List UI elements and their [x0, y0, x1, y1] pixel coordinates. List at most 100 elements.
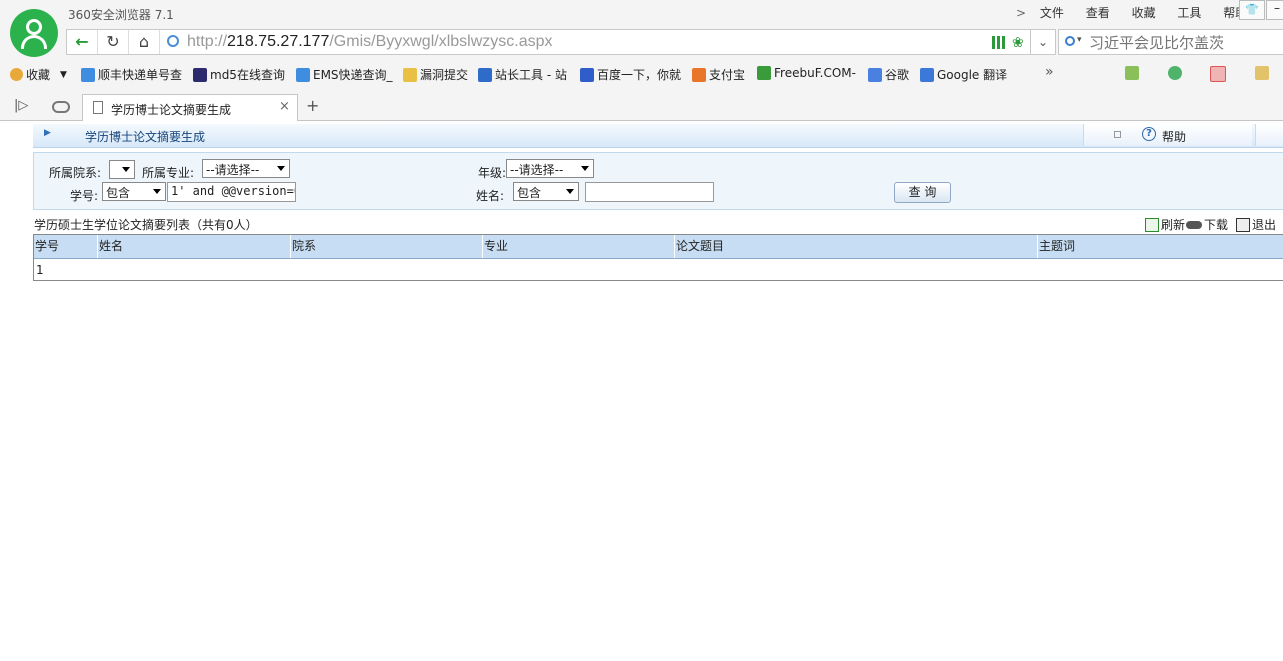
chevron-down-icon [122, 167, 130, 172]
url-scheme: http:// [187, 33, 228, 50]
exit-icon[interactable] [1236, 217, 1251, 232]
bookmark-item[interactable]: md5在线查询 [193, 66, 285, 83]
ie-page-icon [296, 67, 310, 82]
new-tab-button[interactable]: + [306, 96, 319, 115]
star-icon [10, 68, 23, 81]
grade-select[interactable]: --请选择-- [506, 159, 594, 178]
table-row[interactable]: 1 [36, 263, 44, 277]
chevron-down-icon [581, 166, 589, 171]
chevron-down-icon[interactable]: ⌄ [1030, 29, 1056, 55]
major-label: 所属专业: [142, 166, 195, 180]
help-icon[interactable]: ? [1142, 127, 1156, 141]
app-title: 360安全浏览器 7.1 [68, 8, 174, 22]
bookmark-item[interactable]: 支付宝 [692, 66, 745, 83]
menu-view[interactable]: 查看 [1086, 6, 1110, 20]
name-mode-select[interactable]: 包含 [513, 182, 579, 201]
skin-button-icon[interactable]: 👕 [1239, 0, 1265, 20]
column-header-thesis-title[interactable]: 论文题目 [674, 235, 1037, 258]
bookmark-item[interactable]: 漏洞提交 [403, 66, 468, 83]
ie-page-icon [81, 67, 95, 82]
search-input[interactable] [1087, 33, 1281, 53]
tab-active[interactable]: 学历博士论文摘要生成 × [82, 94, 298, 121]
bookmark-item[interactable]: EMS快递查询_ [296, 66, 393, 83]
security-icon[interactable] [1168, 66, 1182, 80]
column-header-student-id[interactable]: 学号 [34, 235, 97, 258]
reload-icon[interactable]: ↻ [98, 30, 129, 54]
menu-file[interactable]: 文件 [1040, 6, 1064, 20]
help-link[interactable]: 帮助 [1162, 128, 1186, 145]
bookmark-item[interactable]: FreebuF.COM- [757, 66, 856, 80]
menu-favorites[interactable]: 收藏 [1132, 6, 1156, 20]
page-title: 学历博士论文摘要生成 [85, 130, 206, 144]
address-bar[interactable]: ← ↻ ⌂ http://218.75.27.177/Gmis/Byyxwgl/… [66, 29, 1056, 55]
translate-icon [920, 67, 934, 82]
url-text[interactable]: http://218.75.27.177/Gmis/Byyxwgl/xlbslw… [187, 33, 553, 51]
search-icon[interactable] [1065, 36, 1075, 46]
cloud-icon[interactable] [52, 101, 70, 113]
name-input[interactable] [585, 182, 714, 202]
search-box[interactable]: ▾ [1058, 29, 1283, 55]
page-content: ▶ 学历博士论文摘要生成 ? 帮助 所属院系: 所属专业: --请选择-- 年级… [33, 121, 1283, 661]
back-arrow-icon[interactable]: ← [67, 30, 98, 54]
folder-icon [403, 67, 417, 82]
pointing-hand-icon[interactable] [1186, 220, 1203, 229]
student-id-input[interactable]: 1' and @@version=0-- [167, 182, 296, 202]
refresh-icon[interactable] [1145, 217, 1159, 232]
tab-bar: |▷ 学历博士论文摘要生成 × + [0, 92, 1283, 121]
pdf-icon[interactable] [1210, 66, 1226, 82]
home-icon[interactable]: ⌂ [129, 30, 160, 54]
table-cell: 1 [36, 263, 44, 277]
bookmark-item[interactable]: 顺丰快递单号查 [81, 66, 182, 83]
refresh-link[interactable]: 刷新 [1161, 216, 1185, 233]
screenshot-icon[interactable] [1255, 66, 1269, 80]
download-link[interactable]: 下载 [1204, 216, 1228, 233]
column-header-name[interactable]: 姓名 [97, 235, 290, 258]
minimize-button[interactable]: – [1266, 0, 1283, 20]
bookmarks-more-icon[interactable]: » [1045, 64, 1054, 80]
google-icon [868, 67, 882, 82]
bookmark-favorites[interactable]: 收藏 ▼ [10, 66, 67, 83]
column-header-department[interactable]: 院系 [290, 235, 482, 258]
url-path: /Gmis/Byyxwgl/xlbslwzysc.aspx [329, 33, 553, 50]
table-header: 学号 姓名 院系 专业 论文题目 主题词 [34, 235, 1283, 259]
column-header-major[interactable]: 专业 [482, 235, 674, 258]
freebuf-icon [757, 66, 771, 80]
grade-label: 年级: [478, 166, 507, 180]
name-label: 姓名: [476, 189, 505, 203]
results-table: 学号 姓名 院系 专业 论文题目 主题词 1 [33, 234, 1283, 281]
department-label: 所属院系: [49, 166, 102, 180]
query-button[interactable]: 查 询 [894, 182, 951, 203]
page-title-bar: ▶ 学历博士论文摘要生成 ? 帮助 [33, 124, 1283, 148]
chevron-down-icon[interactable]: ▼ [60, 70, 67, 80]
user-avatar-icon[interactable] [10, 9, 58, 57]
shield-icon [692, 67, 706, 82]
apps-grid-icon[interactable] [1125, 66, 1139, 80]
student-id-mode-select[interactable]: 包含 [102, 182, 166, 201]
url-host: 218.75.27.177 [227, 33, 330, 50]
exit-link[interactable]: 退出 [1252, 216, 1276, 233]
major-select[interactable]: --请选择-- [202, 159, 290, 178]
bookmark-item[interactable]: 谷歌 [868, 66, 909, 83]
grid-page-icon [193, 67, 207, 82]
bookmark-item[interactable]: 站长工具 - 站 [478, 66, 567, 83]
square-icon [1114, 131, 1121, 138]
page-globe-icon [167, 35, 179, 47]
student-id-label: 学号: [70, 189, 99, 203]
chevron-down-icon [153, 189, 161, 194]
filter-panel: 所属院系: 所属专业: --请选择-- 年级: --请选择-- 学号: 包含 1… [33, 152, 1283, 210]
close-icon[interactable]: × [279, 99, 290, 114]
department-select[interactable] [109, 160, 135, 179]
sidebar-toggle-icon[interactable]: |▷ [14, 98, 28, 113]
title-bar-end [1255, 124, 1283, 146]
chinaz-icon [478, 67, 492, 82]
menu-tools[interactable]: 工具 [1177, 6, 1201, 20]
search-engine-dropdown-icon[interactable]: ▾ [1077, 35, 1082, 45]
bookmark-item[interactable]: Google 翻译 [920, 66, 1007, 83]
tab-title: 学历博士论文摘要生成 [111, 103, 232, 117]
leaf-icon[interactable]: ❀ [1012, 35, 1024, 51]
menu-expand-arrow[interactable]: > [1016, 6, 1026, 20]
qr-code-icon[interactable] [992, 36, 1005, 49]
column-header-keywords[interactable]: 主题词 [1037, 235, 1283, 258]
chevron-down-icon [277, 166, 285, 171]
bookmark-item[interactable]: 百度一下，你就 [580, 66, 681, 83]
